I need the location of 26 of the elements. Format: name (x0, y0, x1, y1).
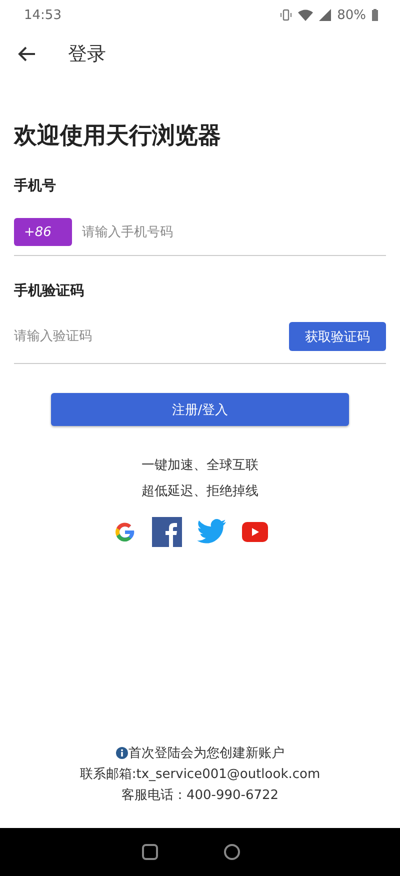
get-code-button[interactable]: 获取验证码 (289, 322, 386, 351)
notice-text: 首次登陆会为您创建新账户 (128, 745, 284, 762)
welcome-heading: 欢迎使用天行浏览器 (14, 122, 222, 151)
google-icon[interactable] (112, 520, 136, 544)
facebook-icon[interactable] (152, 517, 182, 547)
back-arrow-icon[interactable] (18, 46, 36, 62)
battery-icon (372, 9, 378, 21)
field-label: 手机号 (14, 177, 56, 195)
country-code-button[interactable]: +86 (14, 218, 72, 246)
battery-percentage: 80% (337, 8, 366, 22)
slogan-text: 超低延迟、拒绝掉线 (142, 483, 258, 500)
home-icon[interactable] (224, 844, 240, 860)
bird-icon[interactable] (196, 519, 226, 545)
wifi-icon (298, 9, 314, 21)
service-phone-text: 客服电话：400-990-6722 (121, 787, 279, 804)
slogan-text: 一键加速、全球互联 (142, 457, 258, 474)
contact-email-text: 联系邮箱:tx_service001@outlook.com (80, 766, 320, 783)
vibrate-icon (280, 9, 292, 21)
status-time: 14:53 (24, 8, 62, 22)
signal-icon (319, 9, 332, 21)
play-button-icon[interactable] (242, 522, 268, 542)
field-label: 手机验证码 (14, 282, 84, 300)
register-login-button[interactable]: 注册/登入 (51, 393, 349, 426)
info-icon (116, 747, 128, 759)
page-title: 登录 (68, 42, 106, 67)
recents-icon[interactable] (142, 844, 158, 860)
